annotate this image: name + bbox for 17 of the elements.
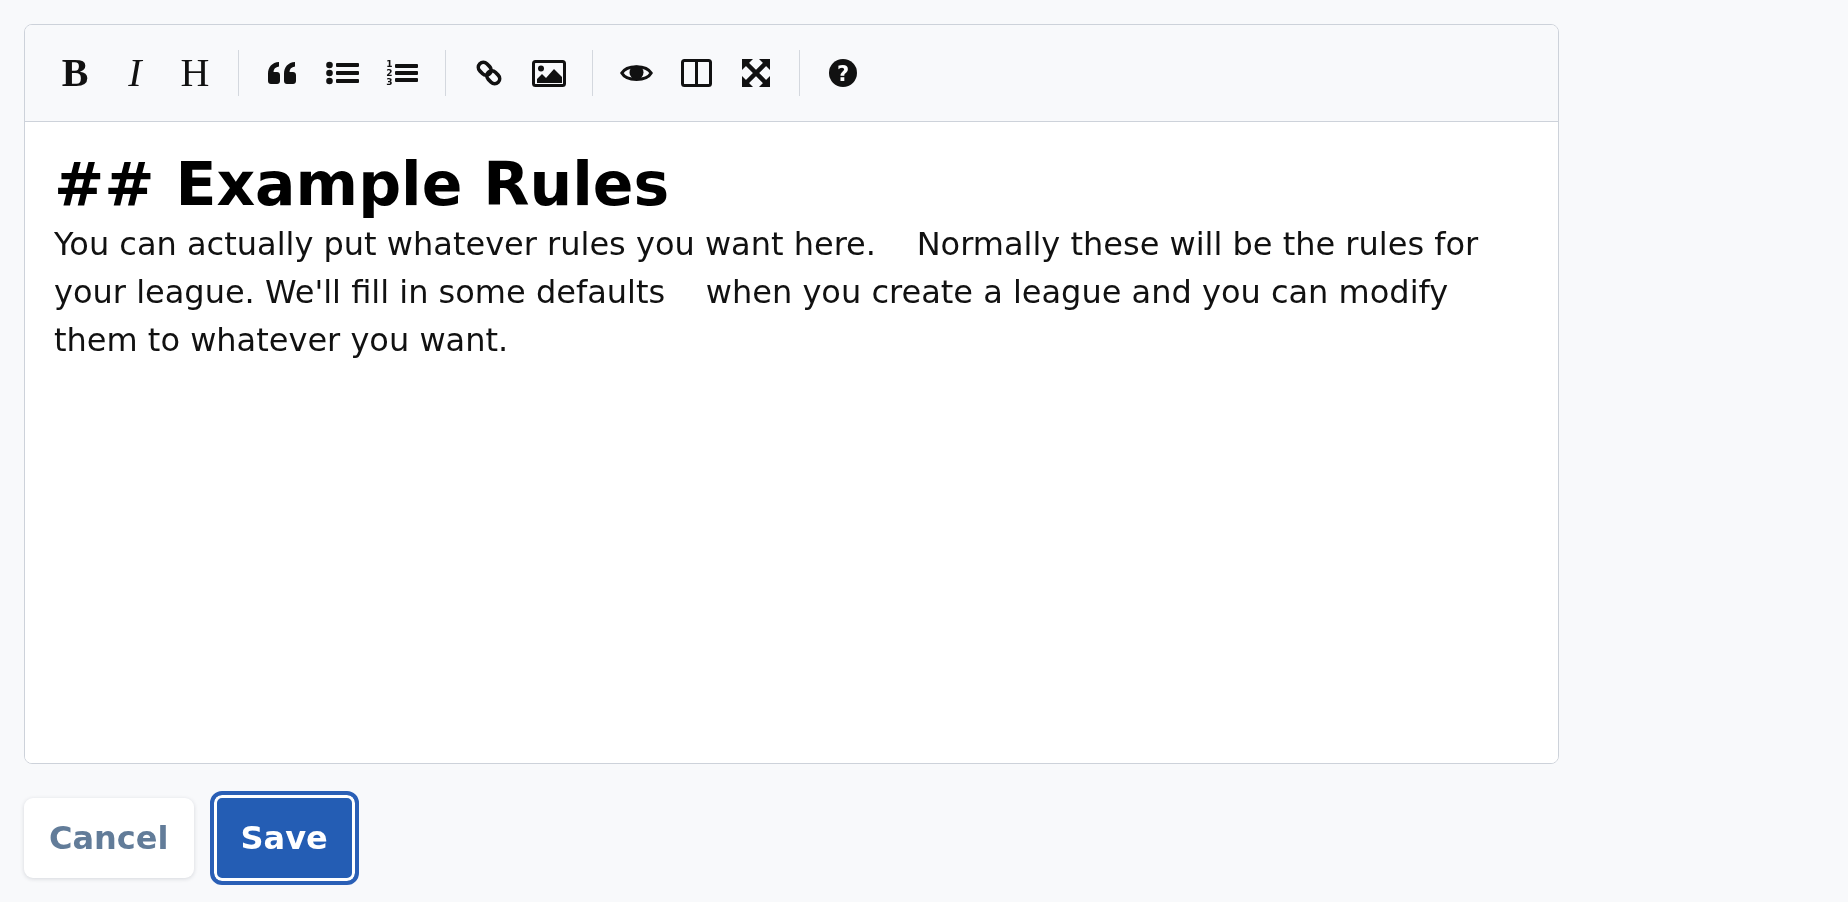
help-button[interactable]: ? [819,50,867,96]
bold-button[interactable]: B [51,50,99,96]
columns-icon[interactable] [680,59,712,87]
image-icon[interactable] [532,59,566,87]
expand-icon[interactable] [742,59,770,87]
eye-icon[interactable] [619,62,653,84]
quote-icon[interactable] [267,61,297,85]
cancel-button[interactable]: Cancel [24,798,194,878]
paragraph-text: You can actually put whatever rules you want here. Normally these will be the rules for your league. We'll fill in some defaults when you create a league and you can modify them to whatever you want. [54,224,1480,361]
bullet-list-icon[interactable] [325,61,359,85]
heading-button[interactable]: H [171,50,219,96]
ordered-list-button[interactable]: 1 2 3 [378,50,426,96]
heading-text: ## Example Rules [54,148,671,220]
save-button[interactable]: Save [209,791,359,885]
help-icon[interactable]: ? [829,59,857,87]
italic-button[interactable]: I [111,50,159,96]
link-icon[interactable] [474,58,504,88]
